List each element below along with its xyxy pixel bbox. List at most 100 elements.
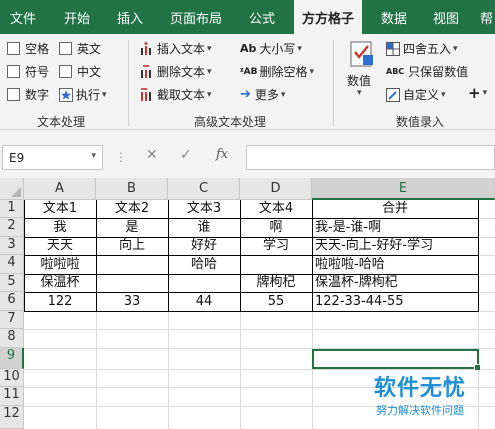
chevron-down-icon: ▾ xyxy=(102,89,107,100)
cell-b2[interactable]: 是 xyxy=(96,219,168,236)
cell-b3[interactable]: 向上 xyxy=(96,237,168,254)
cell-a4[interactable]: 啦啦啦 xyxy=(24,256,96,273)
row-header-3[interactable]: 3 xyxy=(0,237,24,255)
checkbox-spaces[interactable]: 空格 xyxy=(7,40,49,57)
delete-spaces-button[interactable]: ᵡAB 删除空格 ▾ xyxy=(240,63,314,80)
row-header-11[interactable]: 11 xyxy=(0,387,24,406)
cell-e5[interactable]: 保温杯-牌枸杞 xyxy=(315,274,398,291)
add-icon[interactable]: + ▾ xyxy=(468,84,487,102)
selected-cell-e9[interactable] xyxy=(312,349,481,371)
cell-d3[interactable]: 学习 xyxy=(240,237,312,254)
checkbox-label: 符号 xyxy=(25,65,50,79)
row-header-5[interactable]: 5 xyxy=(0,274,24,292)
tab-formulas[interactable]: 公式 xyxy=(249,8,275,27)
cell-e3[interactable]: 天天-向上-好好-学习 xyxy=(315,237,433,254)
row-header-10[interactable]: 10 xyxy=(0,369,24,387)
group-separator xyxy=(333,40,334,126)
tab-fangfang[interactable]: 方方格子 xyxy=(294,0,363,34)
chevron-down-icon: ▾ xyxy=(91,151,96,161)
custom-button[interactable]: 自定义 ▾ xyxy=(386,86,446,103)
row-header-2[interactable]: 2 xyxy=(0,218,24,237)
extract-text-label: 截取文本 xyxy=(157,88,206,102)
star-execute-icon xyxy=(59,87,73,102)
round-button[interactable]: 四舍五入 ▾ xyxy=(386,40,458,57)
tab-page-layout[interactable]: 页面布局 xyxy=(170,8,222,27)
row-header-6[interactable]: 6 xyxy=(0,292,24,311)
cell-a3[interactable]: 天天 xyxy=(24,237,96,254)
execute-button[interactable]: 执行 ▾ xyxy=(59,86,107,103)
watermark-title: 软件无忧 xyxy=(374,376,467,401)
cell-e1[interactable]: 合并 xyxy=(312,200,478,217)
numeric-button[interactable]: 数值 ▾ xyxy=(345,40,379,106)
cell-b6[interactable]: 33 xyxy=(96,293,168,310)
chevron-down-icon: ▾ xyxy=(280,89,286,100)
cell-c1[interactable]: 文本3 xyxy=(168,200,240,217)
column-header-e[interactable]: E xyxy=(312,178,495,200)
cell-e6[interactable]: 122-33-44-55 xyxy=(315,293,404,310)
delete-text-label: 删除文本 xyxy=(157,65,206,79)
row-header-9[interactable]: 9 xyxy=(0,348,24,369)
cell-a6[interactable]: 122 xyxy=(24,293,96,310)
cell-d6[interactable]: 55 xyxy=(240,293,312,310)
row-header-4[interactable]: 4 xyxy=(0,255,24,274)
column-header-a[interactable]: A xyxy=(24,178,96,200)
row-header-12[interactable]: 12 xyxy=(0,406,24,429)
cell-a2[interactable]: 我 xyxy=(24,219,96,236)
column-header-c[interactable]: C xyxy=(168,178,240,200)
column-header-d[interactable]: D xyxy=(240,178,312,200)
select-all-corner[interactable] xyxy=(0,178,24,200)
checkbox-numbers[interactable]: 数字 xyxy=(7,86,49,103)
extract-text-button[interactable]: 截取文本 ▾ xyxy=(140,86,212,103)
group-label-advanced-text: 高级文本处理 xyxy=(194,115,267,129)
custom-edit-icon xyxy=(386,87,400,102)
case-button[interactable]: Ab 大小写 ▾ xyxy=(240,40,302,57)
cell-c4[interactable]: 哈哈 xyxy=(168,256,240,273)
cell-d2[interactable]: 啊 xyxy=(240,219,312,236)
chevron-down-icon: ▾ xyxy=(453,43,458,54)
cell-d1[interactable]: 文本4 xyxy=(240,200,312,217)
row-header-8[interactable]: 8 xyxy=(0,329,24,348)
delete-text-button[interactable]: 删除文本 ▾ xyxy=(140,63,212,80)
cell-c3[interactable]: 好好 xyxy=(168,237,240,254)
cell-c2[interactable]: 谁 xyxy=(168,219,240,236)
checkbox-chinese[interactable]: 中文 xyxy=(59,63,101,80)
checkbox-label: 中文 xyxy=(77,65,102,79)
case-icon: Ab xyxy=(240,42,257,55)
keep-values-button[interactable]: ABC 只保留数值 xyxy=(386,63,468,80)
row-header-1[interactable]: 1 xyxy=(0,200,24,218)
cell-a1[interactable]: 文本1 xyxy=(24,200,96,217)
checkbox-symbols[interactable]: 符号 xyxy=(7,63,49,80)
checkbox-label: 空格 xyxy=(25,42,50,56)
cell-e4[interactable]: 啦啦啦-哈哈 xyxy=(315,256,385,273)
cancel-icon[interactable]: ✕ xyxy=(146,147,158,163)
cell-c6[interactable]: 44 xyxy=(168,293,240,310)
tab-file[interactable]: 文件 xyxy=(10,8,36,27)
case-label: 大小写 xyxy=(259,42,296,56)
cell-d5[interactable]: 牌枸杞 xyxy=(240,274,312,291)
name-box[interactable]: E9 ▾ xyxy=(2,145,103,170)
checkbox-english[interactable]: 英文 xyxy=(59,40,101,57)
tab-help[interactable]: 帮 xyxy=(480,8,493,27)
tab-home[interactable]: 开始 xyxy=(64,8,90,27)
abc-icon: ABC xyxy=(386,67,405,76)
checkbox-icon xyxy=(59,42,72,55)
grid-round-icon xyxy=(386,41,400,56)
cell-e2[interactable]: 我-是-谁-啊 xyxy=(315,219,381,236)
row-header-7[interactable]: 7 xyxy=(0,311,24,329)
formula-input[interactable] xyxy=(246,145,495,170)
insert-text-button[interactable]: 插入文本 ▾ xyxy=(140,40,212,57)
cell-a5[interactable]: 保温杯 xyxy=(24,274,96,291)
column-header-b[interactable]: B xyxy=(96,178,168,200)
tab-data[interactable]: 数据 xyxy=(381,8,407,27)
insert-text-label: 插入文本 xyxy=(157,42,206,56)
tab-insert[interactable]: 插入 xyxy=(117,8,143,27)
tab-view[interactable]: 视图 xyxy=(433,8,459,27)
cell-b1[interactable]: 文本2 xyxy=(96,200,168,217)
more-button[interactable]: ➔ 更多 ▾ xyxy=(240,86,285,103)
confirm-icon[interactable]: ✓ xyxy=(180,147,192,163)
fx-icon[interactable]: fx xyxy=(216,147,228,162)
insert-text-icon xyxy=(141,41,151,55)
numeric-label: 数值 xyxy=(347,74,372,88)
extract-text-icon xyxy=(141,87,151,101)
chevron-down-icon: ▾ xyxy=(207,43,212,54)
